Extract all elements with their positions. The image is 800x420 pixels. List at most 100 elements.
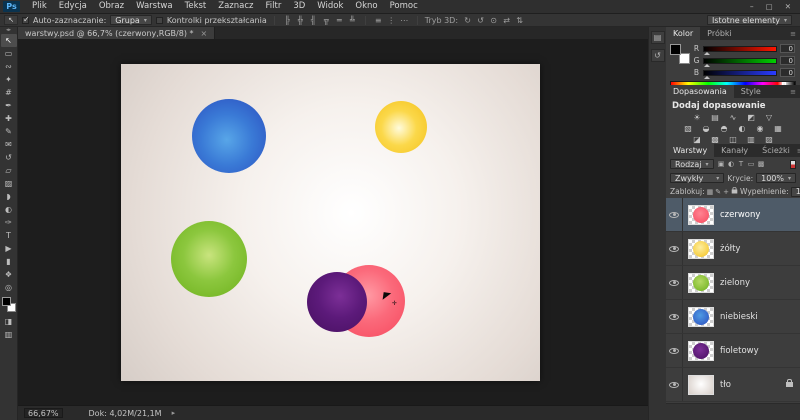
quick-selection-tool[interactable]: ✦ — [1, 73, 17, 86]
blend-mode-dropdown[interactable]: Zwykły ▾ — [670, 173, 724, 183]
tab-sciezki[interactable]: Ścieżki — [755, 144, 797, 157]
lock-all-icon[interactable] — [732, 190, 738, 194]
tab-dopasowania[interactable]: Dopasowania — [666, 85, 734, 98]
exposure-icon[interactable]: ◩ — [743, 113, 759, 123]
dodge-tool[interactable]: ◐ — [1, 203, 17, 216]
document-tab[interactable]: warstwy.psd @ 66,7% (czerwony,RGB/8) * × — [18, 27, 215, 39]
marquee-tool[interactable]: ▭ — [1, 47, 17, 60]
type-tool[interactable]: T — [1, 229, 17, 242]
menu-item-9[interactable]: Okno — [349, 0, 383, 13]
black-white-icon[interactable]: ◓ — [716, 124, 732, 134]
menu-item-2[interactable]: Obraz — [93, 0, 130, 13]
tab-kanaly[interactable]: Kanały — [714, 144, 755, 157]
crop-tool[interactable]: # — [1, 86, 17, 99]
quick-mask-icon[interactable]: ◨ — [1, 315, 17, 328]
layer-row[interactable]: fioletowy — [666, 334, 800, 368]
align-center-v-icon[interactable]: ═ — [334, 16, 345, 25]
filter-shape-layers-icon[interactable]: ▭ — [747, 160, 756, 168]
minimize-icon[interactable]: – — [750, 2, 754, 11]
layer-row[interactable]: żółty — [666, 232, 800, 266]
fill-dropdown[interactable]: 100% ▾ — [791, 187, 800, 197]
tab-probki[interactable]: Próbki — [700, 27, 739, 40]
zoom-tool[interactable]: ◎ — [1, 281, 17, 294]
brightness-contrast-icon[interactable]: ☀ — [689, 113, 705, 123]
lock-position-icon[interactable]: + — [723, 188, 729, 196]
layer-row[interactable]: niebieski — [666, 300, 800, 334]
layer-thumbnail[interactable] — [688, 375, 714, 395]
document-canvas[interactable]: ◤ ✛ — [121, 64, 540, 381]
lasso-tool[interactable]: ∾ — [1, 60, 17, 73]
layer-filter-toggle[interactable] — [790, 160, 796, 169]
layer-row[interactable]: czerwony — [666, 198, 800, 232]
slider-track[interactable] — [703, 46, 777, 52]
color-balance-icon[interactable]: ◒ — [698, 124, 714, 134]
pen-tool[interactable]: ✑ — [1, 216, 17, 229]
channel-value[interactable]: 0 — [780, 44, 795, 53]
toolbar-collapse-icon[interactable]: ◂▸ — [0, 27, 17, 34]
eraser-tool[interactable]: ▱ — [1, 164, 17, 177]
3d-drag-icon[interactable]: ⊙ — [488, 16, 499, 25]
green-circle[interactable] — [171, 221, 247, 297]
hue-saturation-icon[interactable]: ▧ — [680, 124, 696, 134]
history-brush-tool[interactable]: ↺ — [1, 151, 17, 164]
gradient-tool[interactable]: ▨ — [1, 177, 17, 190]
layer-visibility-toggle[interactable] — [666, 232, 683, 265]
3d-slide-icon[interactable]: ⇄ — [501, 16, 512, 25]
align-center-h-icon[interactable]: ╬ — [295, 16, 306, 25]
layer-thumbnail[interactable] — [688, 273, 714, 293]
move-tool[interactable]: ↖ — [1, 34, 17, 47]
auto-align-icon[interactable]: ⋯ — [399, 16, 410, 25]
auto-select-checkbox[interactable] — [22, 17, 29, 24]
channel-value[interactable]: 0 — [780, 68, 795, 77]
menu-item-3[interactable]: Warstwa — [130, 0, 179, 13]
filter-adjustment-layers-icon[interactable]: ◐ — [727, 160, 736, 168]
slider-track[interactable] — [703, 58, 777, 64]
menu-item-1[interactable]: Edycja — [53, 0, 93, 13]
opacity-dropdown[interactable]: 100% ▾ — [756, 173, 796, 183]
menu-item-4[interactable]: Tekst — [179, 0, 213, 13]
filter-pixel-layers-icon[interactable]: ▣ — [717, 160, 726, 168]
align-bottom-icon[interactable]: ╩ — [347, 16, 358, 25]
eyedropper-tool[interactable]: ✒ — [1, 99, 17, 112]
layer-thumbnail[interactable] — [688, 205, 714, 225]
panel-menu-icon[interactable]: ≡ — [790, 85, 800, 98]
menu-item-0[interactable]: Plik — [26, 0, 53, 13]
lock-transparency-icon[interactable]: ▦ — [707, 188, 714, 196]
filter-type-layers-icon[interactable]: T — [737, 160, 746, 168]
channel-value[interactable]: 0 — [780, 56, 795, 65]
align-top-icon[interactable]: ╦ — [321, 16, 332, 25]
layer-row[interactable]: tło — [666, 368, 800, 402]
distribute-v-icon[interactable]: ⋮ — [386, 16, 397, 25]
foreground-color-swatch[interactable] — [670, 44, 681, 55]
menu-item-5[interactable]: Zaznacz — [212, 0, 259, 13]
tab-warstwy[interactable]: Warstwy — [666, 144, 714, 157]
path-selection-tool[interactable]: ▶ — [1, 242, 17, 255]
restore-icon[interactable]: ▢ — [766, 2, 773, 11]
menu-item-6[interactable]: Filtr — [260, 0, 288, 13]
align-left-icon[interactable]: ╠ — [282, 16, 293, 25]
clone-stamp-tool[interactable]: ✉ — [1, 138, 17, 151]
brush-tool[interactable]: ✎ — [1, 125, 17, 138]
layer-thumbnail[interactable] — [688, 239, 714, 259]
menu-item-7[interactable]: 3D — [287, 0, 311, 13]
layer-thumbnail[interactable] — [688, 341, 714, 361]
current-tool-icon[interactable]: ↖ — [4, 15, 18, 25]
align-right-icon[interactable]: ╣ — [308, 16, 319, 25]
zoom-level-field[interactable]: 66,67% — [24, 408, 63, 418]
close-icon[interactable]: ✕ — [785, 2, 791, 11]
levels-icon[interactable]: ▤ — [707, 113, 723, 123]
yellow-circle[interactable] — [375, 101, 427, 153]
color-lookup-icon[interactable]: ▦ — [770, 124, 786, 134]
filter-smart-objects-icon[interactable]: ▩ — [757, 160, 766, 168]
menu-item-8[interactable]: Widok — [311, 0, 349, 13]
purple-circle[interactable] — [307, 272, 367, 332]
transform-controls-checkbox[interactable] — [156, 17, 163, 24]
auto-select-dropdown[interactable]: Grupa ▾ — [110, 15, 152, 25]
layer-visibility-toggle[interactable] — [666, 300, 683, 333]
tab-kolor[interactable]: Kolor — [666, 27, 700, 40]
status-flyout-icon[interactable]: ▸ — [172, 409, 176, 417]
3d-roll-icon[interactable]: ↺ — [475, 16, 486, 25]
layer-row[interactable]: zielony — [666, 266, 800, 300]
layer-filter-dropdown[interactable]: Rodzaj ▾ — [670, 159, 714, 169]
panel-menu-icon[interactable]: ≡ — [790, 27, 800, 40]
